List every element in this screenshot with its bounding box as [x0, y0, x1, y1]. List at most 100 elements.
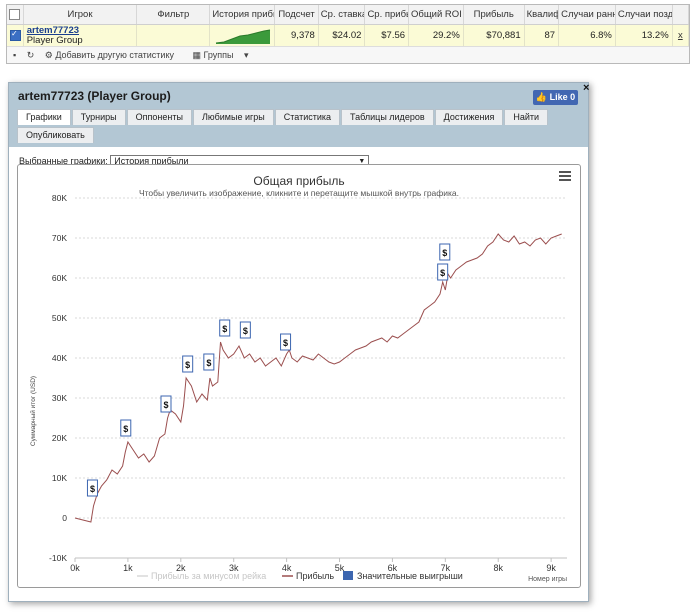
roi-cell: 29.2% — [408, 24, 464, 46]
tab-favorite-games[interactable]: Любимые игры — [192, 109, 274, 125]
tab-bar: Графики Турниры Оппоненты Любимые игры Стати… — [17, 109, 549, 125]
late-cell: 13.2% — [615, 24, 673, 46]
tab-find[interactable]: Найти — [504, 109, 549, 125]
big-win-marker[interactable]: $ — [160, 395, 172, 413]
profit-series-line — [74, 233, 562, 523]
avg-bet-cell: $24.02 — [318, 24, 366, 46]
big-win-label: $ — [185, 360, 190, 370]
chart-title: Общая прибыль — [253, 174, 344, 188]
big-win-label: $ — [163, 400, 168, 410]
y-tick-label: 50K — [52, 313, 67, 323]
big-win-label: $ — [123, 424, 128, 434]
y-tick-label: 60K — [52, 273, 67, 283]
x-axis-label: Номер игры — [528, 576, 567, 583]
tab-statistics[interactable]: Статистика — [274, 109, 341, 125]
big-win-marker[interactable]: $ — [203, 353, 215, 371]
big-win-label: $ — [90, 484, 95, 494]
refresh-icon[interactable]: ↻ — [27, 50, 35, 60]
chart-canvas[interactable]: -10K010K20K30K40K50K60K70K80K0k 1k 2k 3k 4k 5… — [18, 165, 580, 587]
filter-cell[interactable] — [136, 24, 211, 46]
legend-net-profit[interactable]: Прибыль за минусом рейка — [151, 571, 266, 581]
player-group-label: Player Group — [26, 34, 83, 46]
profit-chart[interactable]: -10K 0 10K 20K 30K 40K 50K 60K 70K 80K 0k 1k 2k 3k 4k 5… — [17, 164, 581, 588]
legend-swatch-big-wins — [343, 571, 353, 580]
col-header-profit[interactable]: Прибыль — [463, 5, 525, 25]
big-win-marker[interactable]: $ — [280, 333, 292, 351]
tab-publish[interactable]: Опубликовать — [17, 127, 94, 143]
big-win-marker[interactable]: $ — [239, 321, 251, 339]
legend-big-wins[interactable]: Значительные выигрыши — [357, 571, 463, 581]
profit-cell: $70,881 — [463, 24, 525, 46]
y-tick-label: -10K — [49, 553, 67, 563]
player-cell: artem77723 Player Group — [23, 24, 138, 46]
row-checkbox[interactable] — [7, 24, 24, 46]
big-win-label: $ — [283, 338, 288, 348]
groups-button[interactable]: ▦ Группы ▾ — [193, 50, 257, 60]
y-tick-label: 0 — [62, 513, 67, 523]
x-tick-label: 0k — [70, 563, 80, 573]
col-header-filter[interactable]: Фильтр — [136, 5, 211, 25]
big-win-marker[interactable]: $ — [182, 355, 194, 373]
col-header-qualif[interactable]: Квалиф — [524, 5, 560, 25]
col-header-remove — [672, 5, 690, 25]
chart-menu-icon[interactable] — [559, 171, 571, 182]
groups-label: Группы — [203, 50, 234, 60]
chart-legend: Прибыль за минусом рейка Прибыль Значите… — [137, 571, 463, 581]
legend-profit[interactable]: Прибыль — [296, 571, 334, 581]
big-win-label: $ — [222, 324, 227, 334]
y-tick-label: 20K — [52, 433, 67, 443]
facebook-like-button[interactable]: 👍 Like 0 — [533, 90, 578, 105]
x-tick-label: 9k — [546, 563, 556, 573]
big-win-label: $ — [440, 268, 445, 278]
close-icon[interactable]: × — [583, 82, 589, 94]
tab-charts[interactable]: Графики — [17, 109, 71, 125]
col-header-count[interactable]: Подсчет — [274, 5, 319, 25]
x-tick-label: 1k — [123, 563, 133, 573]
big-win-marker[interactable]: $ — [86, 479, 98, 497]
y-tick-label: 10K — [52, 473, 67, 483]
thumbs-up-icon: 👍 — [535, 92, 548, 102]
col-header-profit-history[interactable]: История прибыли — [209, 5, 276, 25]
tab-bar-row2: Опубликовать — [17, 127, 95, 143]
col-header-avg-profit[interactable]: Ср. прибы — [364, 5, 410, 25]
tab-leaderboards[interactable]: Таблицы лидеров — [341, 109, 434, 125]
early-cell: 6.8% — [558, 24, 616, 46]
table-row[interactable]: artem77723 Player Group 9,378 $24.02 $7.… — [7, 24, 690, 46]
col-header-player[interactable]: Игрок — [23, 5, 138, 25]
big-win-marker[interactable]: $ — [219, 319, 231, 337]
panel-title: artem77723 (Player Group) — [18, 89, 171, 103]
select-all-checkbox[interactable] — [7, 5, 24, 25]
col-header-late[interactable]: Случаи позд — [615, 5, 673, 25]
y-axis-label: Суммарный итог (USD) — [29, 376, 37, 446]
y-tick-label: 80K — [52, 193, 67, 203]
big-win-label: $ — [442, 248, 447, 258]
remove-icon[interactable]: ▪ — [13, 50, 16, 60]
profit-sparkline — [209, 24, 276, 46]
tab-achievements[interactable]: Достижения — [434, 109, 504, 125]
player-panel: artem77723 (Player Group) 👍 Like 0 × Гра… — [8, 82, 589, 602]
grid-toolbar: ▪ ↻ ⚙ Добавить другую статистику ▦ Групп… — [7, 46, 689, 63]
remove-row-button[interactable]: x — [672, 24, 690, 46]
col-header-roi[interactable]: Общий ROI — [408, 5, 464, 25]
like-label: Like 0 — [549, 92, 576, 102]
chart-subtitle: Чтобы увеличить изображение, кликните и … — [139, 188, 459, 198]
add-stats-button[interactable]: ⚙ Добавить другую статистику — [45, 50, 182, 60]
col-header-avg-bet[interactable]: Ср. ставка — [318, 5, 366, 25]
tab-tournaments[interactable]: Турниры — [71, 109, 126, 125]
col-header-early[interactable]: Случаи ранн — [558, 5, 616, 25]
y-tick-label: 70K — [52, 233, 67, 243]
count-cell: 9,378 — [274, 24, 319, 46]
big-win-label: $ — [206, 358, 211, 368]
qualif-cell: 87 — [524, 24, 560, 46]
x-tick-label: 4k — [282, 563, 292, 573]
avg-profit-cell: $7.56 — [364, 24, 410, 46]
tab-opponents[interactable]: Оппоненты — [126, 109, 192, 125]
chevron-down-icon: ▾ — [244, 50, 249, 60]
stats-grid: Игрок Фильтр История прибыли Подсчет Ср.… — [6, 4, 690, 64]
add-stats-label: Добавить другую статистику — [55, 50, 174, 60]
big-win-marker[interactable]: $ — [439, 243, 451, 261]
x-tick-label: 8k — [493, 563, 503, 573]
panel-header: artem77723 (Player Group) 👍 Like 0 × Гра… — [9, 82, 589, 147]
big-win-marker[interactable]: $ — [120, 419, 132, 437]
big-win-marker[interactable]: $ — [437, 263, 449, 281]
